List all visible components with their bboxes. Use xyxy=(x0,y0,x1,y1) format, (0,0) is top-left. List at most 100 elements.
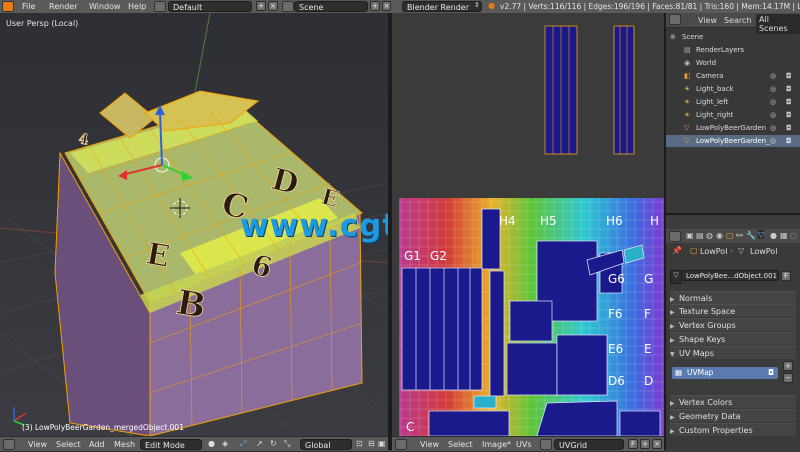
menu-file[interactable]: File xyxy=(22,2,35,11)
unlink-image-button[interactable]: × xyxy=(652,439,662,449)
scene-icon[interactable] xyxy=(282,1,294,12)
layout-field[interactable]: Default xyxy=(168,1,252,12)
scene-field[interactable]: Scene xyxy=(294,1,368,12)
edge-select-icon[interactable]: ⊟ xyxy=(368,439,375,448)
tab-search[interactable]: Search xyxy=(724,16,751,25)
constraints-tab-icon[interactable]: ⚯ xyxy=(736,231,743,240)
menu-image[interactable]: Image* xyxy=(482,440,511,449)
add-layout-button[interactable]: + xyxy=(256,1,266,11)
remove-scene-button[interactable]: × xyxy=(382,1,391,11)
add-uv-map-button[interactable]: + xyxy=(783,361,793,371)
image-name-field[interactable]: UVGrid xyxy=(554,439,624,450)
3d-view-editor-icon[interactable] xyxy=(3,439,15,450)
tree-item-scene[interactable]: ⊕ Scene xyxy=(666,31,800,43)
visibility-eye-icon[interactable]: ◎ xyxy=(770,122,776,134)
pivot-point-icon[interactable]: ◈ xyxy=(222,439,228,448)
mesh-data-tab-icon[interactable]: ▽ xyxy=(758,230,765,239)
visibility-eye-icon[interactable]: ◎ xyxy=(770,135,776,147)
menu-mesh[interactable]: Mesh xyxy=(114,440,135,449)
menu-view[interactable]: View xyxy=(28,440,47,449)
render-camera-icon[interactable]: ◘ xyxy=(786,96,792,108)
tree-item-lowpolybeergarden[interactable]: ▽ LowPolyBeerGarden ◎ ◘ xyxy=(666,122,800,134)
active-render-camera-icon[interactable]: ◘ xyxy=(768,367,774,379)
tree-item-renderlayers[interactable]: ▤ RenderLayers xyxy=(666,44,800,56)
manipulator-toggle-icon[interactable]: ⤢ xyxy=(240,439,246,449)
menu-render[interactable]: Render xyxy=(49,2,77,11)
blender-logo-icon[interactable] xyxy=(2,1,14,12)
render-layers-tab-icon[interactable]: ▤ xyxy=(696,231,704,240)
physics-tab-icon[interactable]: ◌ xyxy=(790,231,797,240)
world-tab-icon[interactable]: ◉ xyxy=(716,231,723,240)
remove-uv-map-button[interactable]: − xyxy=(783,373,793,383)
screen-layout-icon[interactable] xyxy=(154,1,166,12)
3d-viewport[interactable]: User Persp (Local) E B C D 6 E 4 www.cgt… xyxy=(0,13,516,436)
tree-item-world[interactable]: ◉ World xyxy=(666,57,800,69)
scale-icon[interactable]: ⤡ xyxy=(284,439,290,449)
tab-view[interactable]: View xyxy=(698,16,717,25)
rotate-icon[interactable]: ↻ xyxy=(270,439,277,448)
remove-layout-button[interactable]: × xyxy=(268,1,278,11)
tree-item-light-back[interactable]: ☀ Light_back ◎ ◘ xyxy=(666,83,800,95)
outliner-panel[interactable]: View Search All Scenes ⊕ Scene ▤ RenderL… xyxy=(666,13,800,213)
menu-uvs[interactable]: UVs xyxy=(516,440,532,449)
panel-geometry-data[interactable]: ▶ Geometry Data xyxy=(670,409,796,422)
panel-vertex-colors[interactable]: ▶ Vertex Colors xyxy=(670,395,796,408)
visibility-eye-icon[interactable]: ◎ xyxy=(770,83,776,95)
modifiers-tab-icon[interactable]: 🔧 xyxy=(746,231,756,240)
fake-user-button[interactable]: F xyxy=(781,271,791,281)
vertex-select-icon[interactable]: ⊡ xyxy=(356,439,363,448)
panel-texture-space[interactable]: ▶ Texture Space xyxy=(670,304,796,317)
new-image-button[interactable]: + xyxy=(640,439,650,449)
render-engine-field[interactable]: Blender Render xyxy=(402,1,482,12)
add-scene-button[interactable]: + xyxy=(370,1,380,11)
render-tab-icon[interactable]: ▣ xyxy=(686,231,694,240)
house-mesh[interactable]: E B C D 6 E 4 xyxy=(54,90,363,436)
texture-tab-icon[interactable]: ▦ xyxy=(780,231,788,240)
properties-editor-icon[interactable] xyxy=(669,231,681,242)
material-tab-icon[interactable]: ● xyxy=(770,231,777,240)
uv-image-editor[interactable]: H5 H4 H6 H G1 G2 G6 G F6 F E6 E D6 D C xyxy=(392,13,664,436)
menu-add[interactable]: Add xyxy=(89,440,105,449)
menu-help[interactable]: Help xyxy=(128,2,146,11)
pin-icon[interactable]: 📌 xyxy=(672,246,682,255)
menu-uv-select[interactable]: Select xyxy=(448,440,473,449)
viewport-shading-icon[interactable]: ● xyxy=(208,439,215,448)
outliner-editor-icon[interactable] xyxy=(669,14,681,25)
panel-normals[interactable]: ▶ Normals xyxy=(670,291,796,304)
panel-uv-maps[interactable]: ▼ UV Maps xyxy=(670,346,796,359)
render-camera-icon[interactable]: ◘ xyxy=(786,83,792,95)
render-camera-icon[interactable]: ◘ xyxy=(786,109,792,121)
visibility-eye-icon[interactable]: ◎ xyxy=(770,70,776,82)
lamp-icon: ☀ xyxy=(684,85,691,93)
render-camera-icon[interactable]: ◘ xyxy=(786,70,792,82)
tree-item-camera[interactable]: ◧ Camera ◎ ◘ xyxy=(666,70,800,82)
tree-item-light-left[interactable]: ☀ Light_left ◎ ◘ xyxy=(666,96,800,108)
tree-item-light-right[interactable]: ☀ Light_right ◎ ◘ xyxy=(666,109,800,121)
object-tab-icon[interactable]: ▢ xyxy=(726,231,734,240)
collapsed-triangle-icon: ▶ xyxy=(670,428,675,435)
properties-panel[interactable]: 📌 ▢ LowPol › ▽ LowPol ▽ LowPolyBee...dOb… xyxy=(666,243,800,450)
visibility-eye-icon[interactable]: ◎ xyxy=(770,96,776,108)
scene-tab-icon[interactable]: ◍ xyxy=(706,231,713,240)
panel-shape-keys[interactable]: ▶ Shape Keys xyxy=(670,332,796,345)
menu-window[interactable]: Window xyxy=(89,2,121,11)
object-breadcrumb-icon: ▢ xyxy=(690,246,698,255)
area-divider-horizontal[interactable] xyxy=(666,213,800,215)
tree-item-lowpolybeergarden-merged[interactable]: ▽ LowPolyBeerGarden_ ◎ ◘ xyxy=(666,135,800,147)
face-select-icon[interactable]: ▣ xyxy=(378,439,386,448)
menu-select[interactable]: Select xyxy=(56,440,81,449)
uv-editor-type-icon[interactable] xyxy=(395,439,407,450)
uv-map-item[interactable]: ▦ UVMap ◘ xyxy=(672,367,778,379)
mode-selector[interactable]: Edit Mode xyxy=(140,439,202,450)
mesh-datablock-field[interactable]: LowPolyBee...dObject.001 xyxy=(681,270,779,281)
image-browse-icon[interactable] xyxy=(540,439,552,450)
render-camera-icon[interactable]: ◘ xyxy=(786,122,792,134)
panel-custom-properties[interactable]: ▶ Custom Properties xyxy=(670,423,796,436)
translate-icon[interactable]: ↗ xyxy=(256,439,263,448)
panel-vertex-groups[interactable]: ▶ Vertex Groups xyxy=(670,318,796,331)
render-camera-icon[interactable]: ◘ xyxy=(786,135,792,147)
transform-orientation-selector[interactable]: Global xyxy=(300,439,352,450)
visibility-eye-icon[interactable]: ◎ xyxy=(770,109,776,121)
menu-uv-view[interactable]: View xyxy=(420,440,439,449)
fake-user-image-button[interactable]: F xyxy=(628,439,638,449)
